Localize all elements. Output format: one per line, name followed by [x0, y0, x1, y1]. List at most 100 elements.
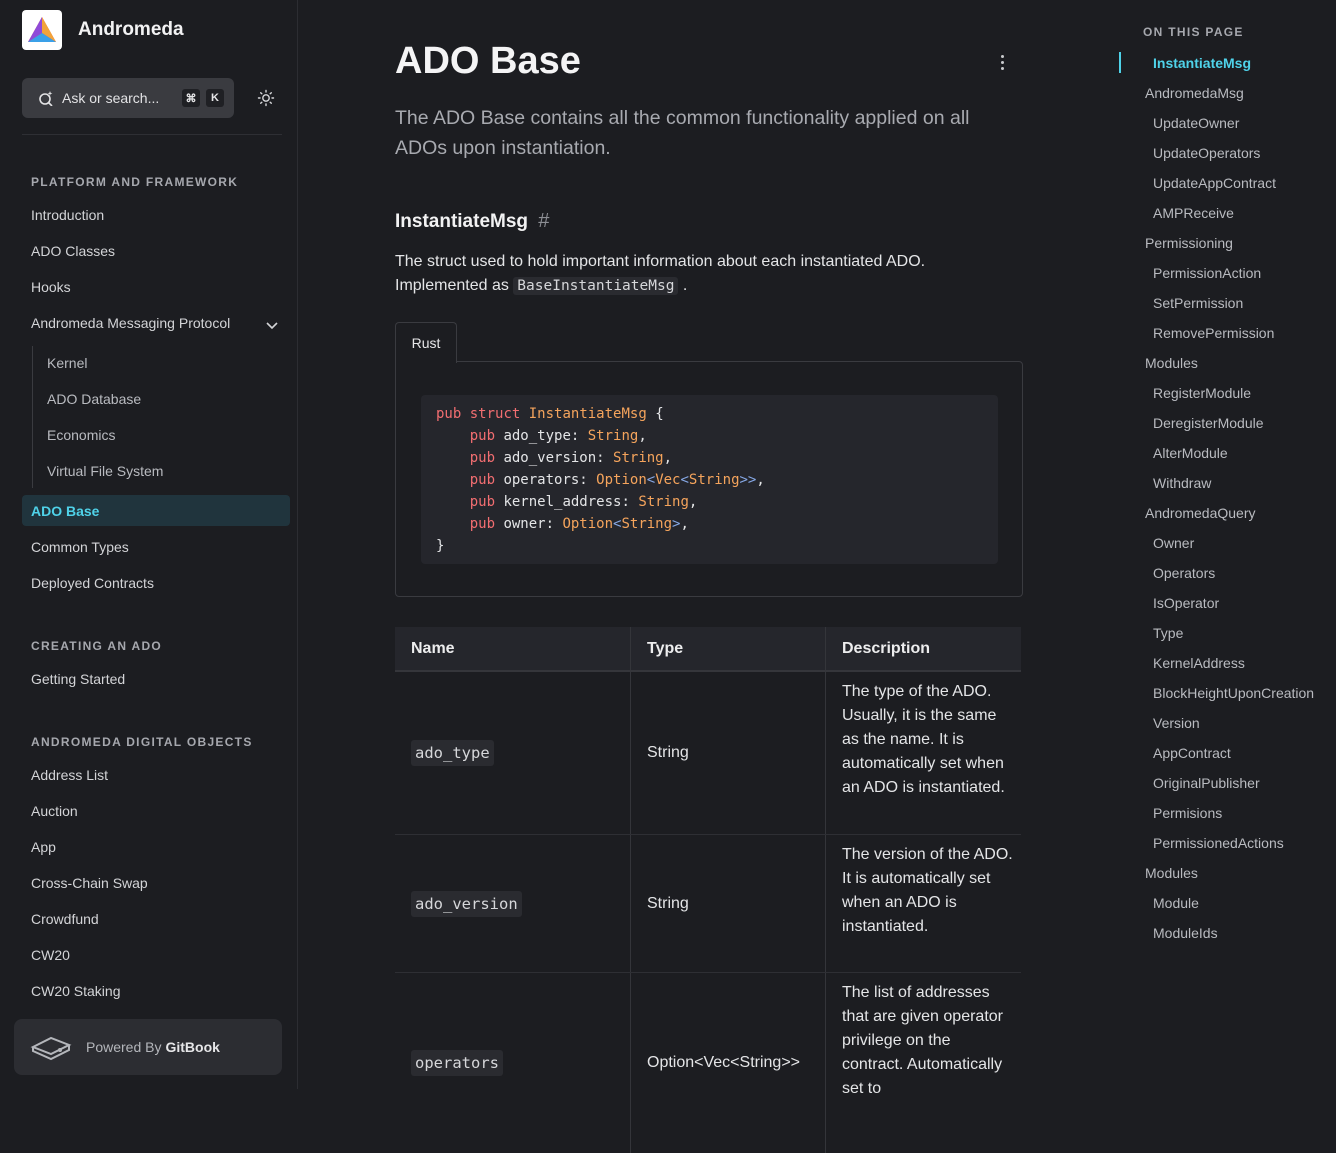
section-title-creating: CREATING AN ADO	[31, 639, 163, 653]
toc-item-blockheightuponcreation[interactable]: BlockHeightUponCreation	[1153, 685, 1314, 701]
table-row: ado_type String The type of the ADO. Usu…	[395, 672, 1021, 835]
toc-item-withdraw[interactable]: Withdraw	[1153, 475, 1211, 491]
brand-name: Andromeda	[78, 19, 184, 40]
paragraph-end: .	[682, 277, 688, 294]
section-title-platform: PLATFORM AND FRAMEWORK	[31, 175, 239, 189]
toc-item-updateowner[interactable]: UpdateOwner	[1153, 115, 1239, 131]
chevron-down-icon[interactable]	[266, 318, 278, 330]
gitbook-icon	[30, 1036, 72, 1061]
toc-item-altermodule[interactable]: AlterModule	[1153, 445, 1228, 461]
sidebar-item-common-types[interactable]: Common Types	[31, 539, 129, 555]
brand[interactable]: Andromeda	[22, 10, 184, 50]
sidebar-item-ado-database[interactable]: ADO Database	[47, 391, 141, 407]
sidebar-divider	[22, 134, 282, 135]
column-header-type: Type	[631, 627, 826, 670]
sidebar-item-cross-chain-swap[interactable]: Cross-Chain Swap	[31, 875, 148, 891]
code-content: pub struct InstantiateMsg { pub ado_type…	[436, 406, 765, 554]
code-block: pub struct InstantiateMsg { pub ado_type…	[421, 395, 998, 564]
toc-item-appcontract[interactable]: AppContract	[1153, 745, 1231, 761]
toc-item-registermodule[interactable]: RegisterModule	[1153, 385, 1251, 401]
toc-active-indicator	[1119, 52, 1121, 73]
anchor-link-icon[interactable]: #	[538, 210, 549, 233]
cell-description: The list of addresses that are given ope…	[842, 984, 1003, 1097]
sidebar-item-address-list[interactable]: Address List	[31, 767, 108, 783]
sidebar: Andromeda Ask or search... ⌘ K PLATFORM …	[0, 0, 298, 1089]
sidebar-item-app[interactable]: App	[31, 839, 56, 855]
sidebar-item-kernel[interactable]: Kernel	[47, 355, 87, 371]
sidebar-item-economics[interactable]: Economics	[47, 427, 115, 443]
table-row: ado_version String The version of the AD…	[395, 835, 1021, 973]
column-header-name: Name	[395, 627, 631, 670]
param-name: operators	[411, 1050, 503, 1076]
table-row: operators Option<Vec<String>> The list o…	[395, 973, 1021, 1153]
toc-item-kerneladdress[interactable]: KernelAddress	[1153, 655, 1245, 671]
toc-item-moduleids[interactable]: ModuleIds	[1153, 925, 1218, 941]
toc-item-originalpublisher[interactable]: OriginalPublisher	[1153, 775, 1260, 791]
toc-item-andromedaquery[interactable]: AndromedaQuery	[1145, 505, 1256, 521]
inline-code: BaseInstantiateMsg	[513, 277, 679, 295]
page-description: The ADO Base contains all the common fun…	[395, 107, 970, 159]
table-header: Name Type Description	[395, 627, 1021, 672]
param-name: ado_type	[411, 740, 494, 766]
toc-item-type[interactable]: Type	[1153, 625, 1183, 641]
cell-type: Option<Vec<String>>	[631, 973, 826, 1153]
cell-description: The type of the ADO. Usually, it is the …	[842, 683, 1005, 796]
toc-item-permissionedactions[interactable]: PermissionedActions	[1153, 835, 1284, 851]
kbd-cmd: ⌘	[182, 89, 200, 107]
toc-item-instantiatemsg[interactable]: InstantiateMsg	[1153, 55, 1251, 71]
sidebar-item-ado-base[interactable]: ADO Base	[22, 495, 290, 526]
cell-name: ado_type	[395, 672, 631, 834]
submenu-line	[32, 346, 33, 488]
toc-item-updateappcontract[interactable]: UpdateAppContract	[1153, 175, 1276, 191]
page-title: ADO Base	[395, 40, 581, 82]
powered-by-gitbook[interactable]: Powered By GitBook	[14, 1019, 282, 1075]
gitbook-label: GitBook	[165, 1039, 220, 1055]
section-paragraph: The struct used to hold important inform…	[395, 250, 1015, 298]
toc-item-ampreceive[interactable]: AMPReceive	[1153, 205, 1234, 221]
sidebar-item-virtual-file-system[interactable]: Virtual File System	[47, 463, 163, 479]
search-sparkle-icon	[39, 91, 53, 106]
toc-item-version[interactable]: Version	[1153, 715, 1200, 731]
toc-item-removepermission[interactable]: RemovePermission	[1153, 325, 1274, 341]
toc-item-andromedamsg[interactable]: AndromedaMsg	[1145, 85, 1244, 101]
section-heading: InstantiateMsg #	[395, 210, 549, 233]
toc-item-module[interactable]: Module	[1153, 895, 1199, 911]
sidebar-item-cw20[interactable]: CW20	[31, 947, 70, 963]
toc-item-isoperator[interactable]: IsOperator	[1153, 595, 1219, 611]
toc-item-modules[interactable]: Modules	[1145, 865, 1198, 881]
section-heading-text: InstantiateMsg	[395, 210, 529, 232]
kbd-k: K	[206, 89, 224, 107]
sidebar-item-cw20-staking[interactable]: CW20 Staking	[31, 983, 120, 999]
powered-by-label: Powered By	[86, 1039, 162, 1055]
cell-type: String	[631, 835, 826, 972]
sidebar-item-getting-started[interactable]: Getting Started	[31, 671, 125, 687]
sidebar-item-crowdfund[interactable]: Crowdfund	[31, 911, 99, 927]
sidebar-item-ado-classes[interactable]: ADO Classes	[31, 243, 115, 259]
search-input[interactable]: Ask or search... ⌘ K	[22, 78, 234, 118]
sidebar-item-introduction[interactable]: Introduction	[31, 207, 104, 223]
code-panel: pub struct InstantiateMsg { pub ado_type…	[395, 361, 1023, 597]
toc-item-modules[interactable]: Modules	[1145, 355, 1198, 371]
toc-item-permissionaction[interactable]: PermissionAction	[1153, 265, 1261, 281]
cell-name: ado_version	[395, 835, 631, 972]
toc-item-updateoperators[interactable]: UpdateOperators	[1153, 145, 1260, 161]
toc-item-deregistermodule[interactable]: DeregisterModule	[1153, 415, 1264, 431]
toc-item-owner[interactable]: Owner	[1153, 535, 1194, 551]
sun-icon	[257, 89, 275, 107]
sidebar-item-auction[interactable]: Auction	[31, 803, 78, 819]
toc-item-permisions[interactable]: Permisions	[1153, 805, 1222, 821]
tab-rust[interactable]: Rust	[395, 322, 457, 363]
more-actions-button[interactable]	[994, 52, 1010, 72]
toc-item-permissioning[interactable]: Permissioning	[1145, 235, 1233, 251]
column-header-description: Description	[842, 639, 931, 657]
section-title-ados: ANDROMEDA DIGITAL OBJECTS	[31, 735, 253, 749]
theme-toggle-button[interactable]	[256, 88, 276, 108]
search-placeholder: Ask or search...	[62, 90, 160, 106]
toc-item-setpermission[interactable]: SetPermission	[1153, 295, 1243, 311]
andromeda-logo-icon	[22, 10, 62, 50]
sidebar-item-hooks[interactable]: Hooks	[31, 279, 71, 295]
toc-item-operators[interactable]: Operators	[1153, 565, 1215, 581]
param-name: ado_version	[411, 890, 522, 917]
sidebar-item-messaging-protocol[interactable]: Andromeda Messaging Protocol	[31, 315, 230, 331]
sidebar-item-deployed-contracts[interactable]: Deployed Contracts	[31, 575, 154, 591]
